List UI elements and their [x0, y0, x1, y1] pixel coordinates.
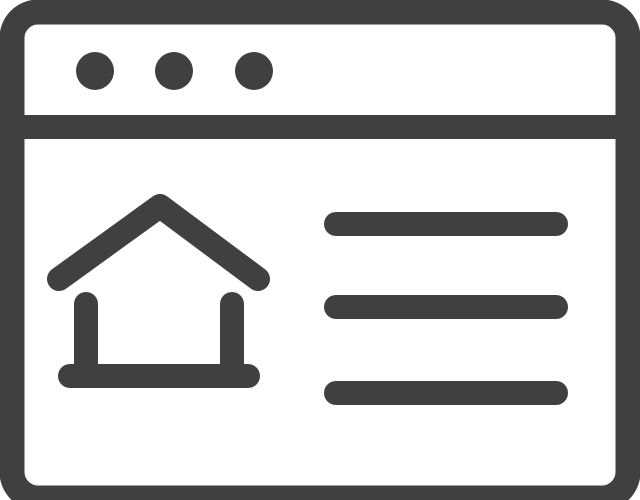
house-icon: [47, 194, 270, 388]
window-control-dot: [235, 52, 273, 90]
house-roof: [47, 194, 270, 291]
window-control-dot: [76, 52, 114, 90]
window-controls: [76, 52, 273, 90]
icon-canvas: [0, 0, 640, 500]
text-lines-icon: [324, 212, 568, 405]
browser-home-page-icon: [0, 0, 640, 500]
window-control-dot: [155, 52, 193, 90]
